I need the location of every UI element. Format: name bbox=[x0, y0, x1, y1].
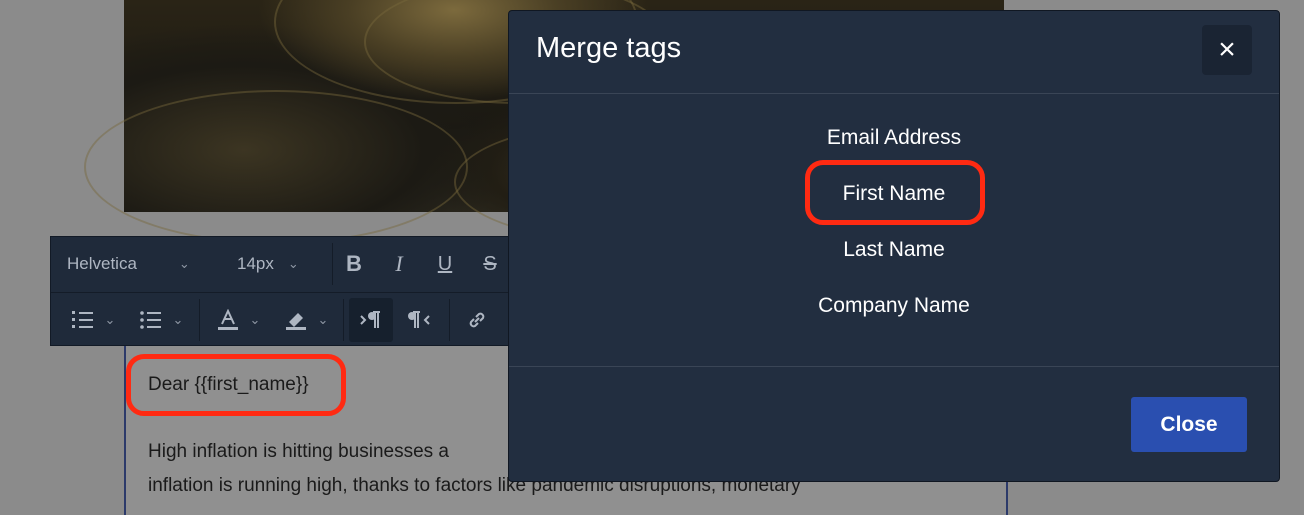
font-family-value: Helvetica bbox=[67, 254, 137, 273]
toolbar-divider bbox=[343, 299, 344, 341]
modal-header: Merge tags × bbox=[509, 11, 1279, 94]
rtl-direction-button[interactable] bbox=[397, 298, 441, 342]
chevron-down-icon: ⌄ bbox=[317, 312, 329, 327]
body-text-line-1[interactable]: High inflation is hitting businesses a bbox=[148, 441, 449, 463]
strikethrough-icon: S bbox=[483, 252, 497, 275]
chevron-down-icon: ⌄ bbox=[287, 256, 299, 271]
chevron-down-icon: ⌄ bbox=[249, 312, 261, 327]
merge-tags-modal: Merge tags × Email Address First Name La… bbox=[508, 10, 1280, 482]
italic-icon: I bbox=[395, 251, 403, 276]
toolbar-divider bbox=[449, 299, 450, 341]
underline-button[interactable]: U bbox=[428, 237, 462, 291]
ordered-list-button[interactable]: ⌄ bbox=[63, 293, 123, 347]
highlight-color-button[interactable]: ⌄ bbox=[275, 293, 337, 347]
bold-button[interactable]: B bbox=[337, 237, 371, 291]
merge-tag-email-address[interactable]: Email Address bbox=[509, 118, 1279, 158]
toolbar-row-1: Helvetica ⌄ 14px ⌄ B I U S bbox=[51, 237, 519, 291]
toolbar-row-2: ⌄ ⌄ ⌄ ⌄ bbox=[51, 292, 519, 347]
strikethrough-button[interactable]: S bbox=[473, 237, 507, 291]
ordered-list-icon bbox=[71, 311, 93, 328]
merge-tag-last-name[interactable]: Last Name bbox=[509, 230, 1279, 270]
close-button[interactable]: Close bbox=[1131, 397, 1247, 452]
chevron-down-icon: ⌄ bbox=[172, 312, 184, 327]
underline-icon: U bbox=[437, 252, 453, 275]
greeting-highlight-annotation bbox=[126, 354, 346, 416]
close-icon[interactable]: × bbox=[1202, 25, 1252, 75]
font-size-value: 14px bbox=[237, 254, 274, 273]
font-size-select[interactable]: 14px ⌄ bbox=[237, 237, 327, 291]
bullet-list-button[interactable]: ⌄ bbox=[131, 293, 191, 347]
text-formatting-toolbar: Helvetica ⌄ 14px ⌄ B I U S ⌄ ⌄ ⌄ ⌄ bbox=[50, 236, 520, 346]
rtl-paragraph-icon bbox=[408, 311, 430, 328]
chevron-down-icon: ⌄ bbox=[178, 256, 190, 271]
link-button[interactable] bbox=[455, 293, 499, 347]
bullet-list-icon bbox=[139, 311, 161, 329]
modal-footer-divider bbox=[509, 366, 1279, 367]
bold-icon: B bbox=[346, 251, 362, 276]
highlighter-icon bbox=[285, 313, 306, 330]
merge-tag-company-name[interactable]: Company Name bbox=[509, 286, 1279, 326]
first-name-highlight-annotation bbox=[805, 160, 985, 225]
toolbar-divider bbox=[332, 243, 333, 285]
text-color-button[interactable]: ⌄ bbox=[207, 293, 269, 347]
toolbar-divider bbox=[199, 299, 200, 341]
link-icon bbox=[469, 312, 485, 328]
italic-button[interactable]: I bbox=[382, 237, 416, 291]
text-color-icon bbox=[217, 309, 238, 330]
modal-title: Merge tags bbox=[536, 32, 682, 64]
ltr-paragraph-icon bbox=[360, 311, 380, 328]
font-family-select[interactable]: Helvetica ⌄ bbox=[67, 237, 227, 291]
chevron-down-icon: ⌄ bbox=[104, 312, 116, 327]
ltr-direction-button[interactable] bbox=[349, 298, 393, 342]
